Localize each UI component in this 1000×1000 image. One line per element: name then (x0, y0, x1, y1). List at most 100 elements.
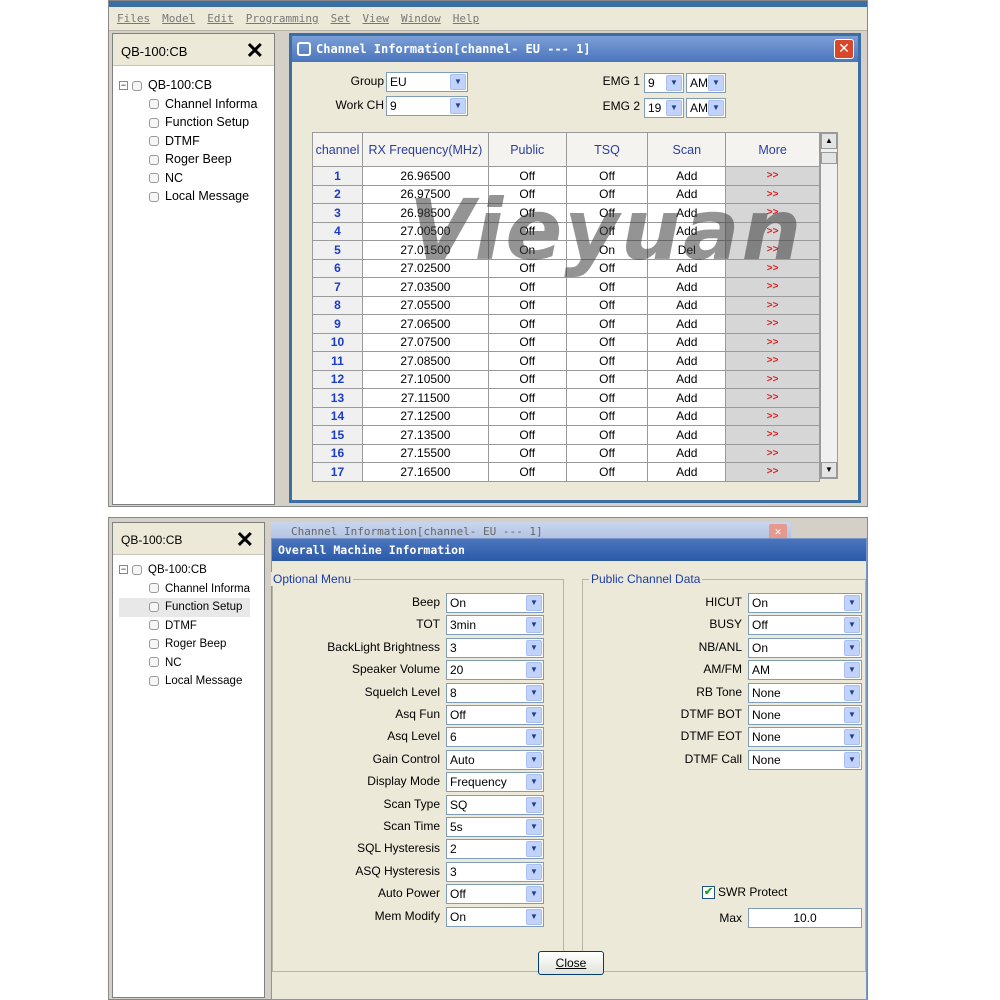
public-value[interactable]: Off (487, 258, 567, 278)
table-row[interactable]: 14 27.12500 Off Off Add >> (312, 406, 820, 426)
chevron-down-icon[interactable]: ▼ (526, 662, 542, 679)
chevron-down-icon[interactable]: ▼ (666, 75, 682, 91)
busy-select[interactable]: Off ▼ (748, 615, 862, 636)
tree-item-nc[interactable]: NC (119, 169, 257, 188)
menu-item-help[interactable]: Help (453, 12, 480, 25)
sql-hysteresis-select[interactable]: 2 ▼ (446, 839, 544, 860)
more-button[interactable]: >> (725, 184, 820, 204)
scan-value[interactable]: Add (647, 277, 727, 297)
display-mode-select[interactable]: Frequency ▼ (446, 772, 544, 793)
chevron-down-icon[interactable]: ▼ (526, 841, 542, 858)
chevron-down-icon[interactable]: ▼ (526, 729, 542, 746)
table-row[interactable]: 15 27.13500 Off Off Add >> (312, 425, 820, 445)
scan-value[interactable]: Add (647, 295, 727, 315)
more-button[interactable]: >> (725, 295, 820, 315)
tsq-value[interactable]: Off (565, 462, 649, 482)
public-value[interactable]: Off (487, 462, 567, 482)
chevron-down-icon[interactable]: ▼ (666, 100, 682, 116)
public-value[interactable]: Off (487, 203, 567, 223)
scan-value[interactable]: Add (647, 462, 727, 482)
tsq-value[interactable]: Off (565, 258, 649, 278)
tree-item-roger-beep[interactable]: Roger Beep (119, 635, 250, 654)
chevron-down-icon[interactable]: ▼ (844, 617, 860, 634)
dtmf-bot-select[interactable]: None ▼ (748, 705, 862, 725)
chevron-down-icon[interactable]: ▼ (526, 751, 542, 768)
table-row[interactable]: 8 27.05500 Off Off Add >> (312, 295, 820, 315)
table-row[interactable]: 12 27.10500 Off Off Add >> (312, 369, 820, 389)
tree-item-roger-beep[interactable]: Roger Beep (119, 150, 257, 169)
tsq-value[interactable]: Off (565, 443, 649, 463)
max-input[interactable]: 10.0 (748, 908, 862, 928)
more-button[interactable]: >> (725, 203, 820, 223)
scan-value[interactable]: Add (647, 443, 727, 463)
tsq-value[interactable]: Off (565, 388, 649, 408)
more-button[interactable]: >> (725, 388, 820, 408)
more-button[interactable]: >> (725, 406, 820, 426)
workch-select[interactable]: 9 ▼ (386, 96, 468, 116)
chevron-down-icon[interactable]: ▼ (708, 75, 724, 91)
chevron-down-icon[interactable]: ▼ (450, 98, 466, 114)
scan-value[interactable]: Add (647, 388, 727, 408)
more-button[interactable]: >> (725, 314, 820, 334)
table-row[interactable]: 10 27.07500 Off Off Add >> (312, 332, 820, 352)
chevron-down-icon[interactable]: ▼ (526, 863, 542, 880)
scan-value[interactable]: Add (647, 258, 727, 278)
collapse-icon[interactable]: − (119, 565, 128, 575)
more-button[interactable]: >> (725, 443, 820, 463)
emg1-mode-select[interactable]: AM ▼ (686, 73, 726, 93)
scan-type-select[interactable]: SQ ▼ (446, 794, 544, 815)
chevron-down-icon[interactable]: ▼ (526, 886, 542, 903)
auto-power-select[interactable]: Off ▼ (446, 884, 544, 905)
scan-value[interactable]: Add (647, 184, 727, 204)
scan-value[interactable]: Add (647, 221, 727, 241)
chevron-down-icon[interactable]: ▼ (450, 74, 466, 90)
scan-value[interactable]: Add (647, 406, 727, 426)
backlight-brightness-select[interactable]: 3 ▼ (446, 637, 544, 658)
emg2-select[interactable]: 19 ▼ (644, 98, 684, 118)
scroll-down-icon[interactable]: ▼ (821, 462, 837, 478)
public-value[interactable]: Off (487, 166, 567, 186)
more-button[interactable]: >> (725, 332, 820, 352)
scan-value[interactable]: Add (647, 425, 727, 445)
tsq-value[interactable]: Off (565, 351, 649, 371)
public-value[interactable]: Off (487, 388, 567, 408)
chevron-down-icon[interactable]: ▼ (526, 796, 542, 813)
scroll-up-icon[interactable]: ▲ (821, 133, 837, 149)
tree-item-dtmf[interactable]: DTMF (119, 617, 250, 636)
chevron-down-icon[interactable]: ▼ (844, 751, 860, 768)
close-icon[interactable]: ✕ (246, 38, 264, 64)
table-row[interactable]: 3 26.98500 Off Off Add >> (312, 203, 820, 223)
table-row[interactable]: 9 27.06500 Off Off Add >> (312, 314, 820, 334)
more-button[interactable]: >> (725, 277, 820, 297)
tree-item-local-message[interactable]: Local Message (119, 187, 257, 206)
dtmf-call-select[interactable]: None ▼ (748, 749, 862, 770)
public-value[interactable]: Off (487, 314, 567, 334)
tsq-value[interactable]: Off (565, 184, 649, 204)
tsq-value[interactable]: Off (565, 166, 649, 186)
mem-modify-select[interactable]: On ▼ (446, 906, 544, 927)
collapse-icon[interactable]: − (119, 81, 128, 91)
asq-level-select[interactable]: 6 ▼ (446, 727, 544, 748)
asq-hysteresis-select[interactable]: 3 ▼ (446, 861, 544, 882)
tree-item-channel-informa[interactable]: Channel Informa (119, 95, 257, 114)
squelch-level-select[interactable]: 8 ▼ (446, 682, 544, 703)
beep-select[interactable]: On ▼ (446, 593, 544, 613)
chevron-down-icon[interactable]: ▼ (844, 595, 860, 611)
emg2-mode-select[interactable]: AM ▼ (686, 98, 726, 118)
table-row[interactable]: 7 27.03500 Off Off Add >> (312, 277, 820, 297)
swr-protect-checkbox[interactable]: ✔ (702, 886, 715, 899)
am-fm-select[interactable]: AM ▼ (748, 660, 862, 681)
gain-control-select[interactable]: Auto ▼ (446, 749, 544, 770)
tree-item-dtmf[interactable]: DTMF (119, 132, 257, 151)
asq-fun-select[interactable]: Off ▼ (446, 705, 544, 725)
more-button[interactable]: >> (725, 258, 820, 278)
more-button[interactable]: >> (725, 369, 820, 389)
tree-item-function-setup[interactable]: Function Setup (119, 598, 251, 617)
menu-item-set[interactable]: Set (331, 12, 351, 25)
more-button[interactable]: >> (725, 240, 820, 260)
chevron-down-icon[interactable]: ▼ (526, 819, 542, 835)
tsq-value[interactable]: Off (565, 203, 649, 223)
more-button[interactable]: >> (725, 221, 820, 241)
menu-item-view[interactable]: View (362, 12, 389, 25)
chevron-down-icon[interactable]: ▼ (526, 908, 542, 925)
